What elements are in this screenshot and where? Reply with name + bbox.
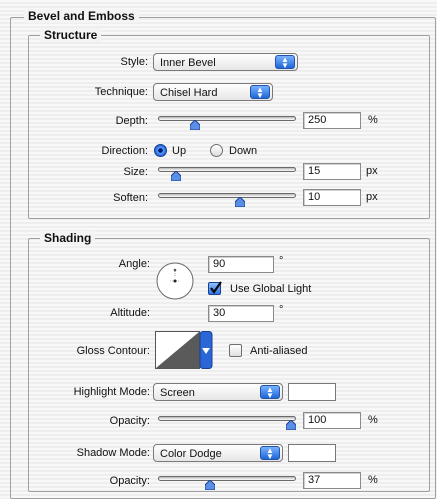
use-global-light-label: Use Global Light bbox=[230, 283, 312, 295]
chevron-updown-icon: ▲ ▼ bbox=[260, 385, 280, 400]
angle-input[interactable]: 90 bbox=[208, 256, 274, 273]
chevron-updown-icon: ▲ ▼ bbox=[250, 85, 270, 100]
contour-preview-icon bbox=[155, 331, 213, 369]
technique-label: Technique: bbox=[94, 86, 148, 98]
structure-title: Structure bbox=[40, 28, 102, 42]
slider-thumb-icon[interactable] bbox=[286, 420, 296, 430]
checkmark-icon bbox=[210, 281, 222, 294]
shadow-opacity-unit: % bbox=[368, 474, 378, 486]
direction-up-label: Up bbox=[172, 145, 187, 157]
highlight-opacity-label: Opacity: bbox=[109, 415, 150, 427]
shadow-opacity-input[interactable]: 37 bbox=[303, 472, 361, 489]
highlight-opacity-unit: % bbox=[368, 414, 378, 426]
slider-thumb-icon[interactable] bbox=[190, 120, 200, 130]
altitude-input[interactable]: 30 bbox=[208, 305, 274, 322]
direction-down-label: Down bbox=[229, 145, 258, 157]
slider-thumb-icon[interactable] bbox=[205, 480, 216, 490]
size-input[interactable]: 15 bbox=[303, 163, 361, 180]
shadow-opacity-slider[interactable] bbox=[158, 472, 296, 490]
highlight-opacity-input[interactable]: 100 bbox=[303, 412, 361, 429]
gloss-contour-picker[interactable] bbox=[155, 331, 213, 369]
slider-thumb-icon[interactable] bbox=[234, 197, 245, 207]
altitude-label: Altitude: bbox=[110, 307, 150, 319]
anti-aliased-checkbox[interactable] bbox=[229, 344, 242, 357]
direction-label: Direction: bbox=[101, 145, 148, 157]
direction-down-radio[interactable] bbox=[210, 144, 223, 157]
use-global-light-checkbox[interactable] bbox=[208, 281, 222, 295]
chevron-updown-icon: ▲ ▼ bbox=[260, 446, 280, 461]
shadow-opacity-label: Opacity: bbox=[109, 475, 150, 487]
shadow-mode-value: Color Dodge bbox=[160, 448, 222, 460]
size-label: Size: bbox=[123, 166, 148, 178]
gloss-contour-label: Gloss Contour: bbox=[76, 345, 150, 357]
soften-label: Soften: bbox=[113, 192, 148, 204]
highlight-color-swatch[interactable] bbox=[288, 383, 336, 401]
shadow-mode-select[interactable]: Color Dodge ▲ ▼ bbox=[153, 444, 283, 462]
soften-input[interactable]: 10 bbox=[303, 189, 361, 206]
soften-slider[interactable] bbox=[158, 189, 296, 207]
shadow-mode-label: Shadow Mode: bbox=[76, 447, 150, 459]
direction-up-radio[interactable] bbox=[154, 144, 167, 157]
soften-unit: px bbox=[366, 191, 378, 203]
angle-dial[interactable] bbox=[156, 262, 194, 300]
shading-title: Shading bbox=[40, 231, 96, 245]
size-slider[interactable] bbox=[158, 163, 296, 181]
technique-select[interactable]: Chisel Hard ▲ ▼ bbox=[153, 83, 273, 101]
highlight-opacity-slider[interactable] bbox=[158, 412, 296, 430]
chevron-updown-icon: ▲ ▼ bbox=[275, 55, 295, 70]
slider-thumb-icon[interactable] bbox=[170, 171, 181, 181]
shadow-color-swatch[interactable] bbox=[288, 444, 336, 462]
angle-label: Angle: bbox=[118, 258, 150, 270]
anti-aliased-label: Anti-aliased bbox=[250, 345, 308, 357]
angle-unit: ° bbox=[279, 255, 284, 267]
depth-slider[interactable] bbox=[158, 112, 296, 130]
size-unit: px bbox=[366, 165, 378, 177]
angle-dial-icon bbox=[156, 262, 194, 300]
style-label: Style: bbox=[120, 56, 148, 68]
bevel-emboss-title: Bevel and Emboss bbox=[24, 9, 139, 23]
altitude-unit: ° bbox=[279, 304, 284, 316]
highlight-mode-label: Highlight Mode: bbox=[73, 386, 150, 398]
highlight-mode-select[interactable]: Screen ▲ ▼ bbox=[153, 383, 283, 401]
highlight-mode-value: Screen bbox=[160, 387, 195, 399]
style-select[interactable]: Inner Bevel ▲ ▼ bbox=[153, 53, 298, 71]
depth-input[interactable]: 250 bbox=[303, 112, 361, 129]
depth-unit: % bbox=[368, 114, 378, 126]
depth-label: Depth: bbox=[115, 115, 148, 127]
technique-value: Chisel Hard bbox=[160, 87, 218, 99]
style-value: Inner Bevel bbox=[160, 57, 216, 69]
